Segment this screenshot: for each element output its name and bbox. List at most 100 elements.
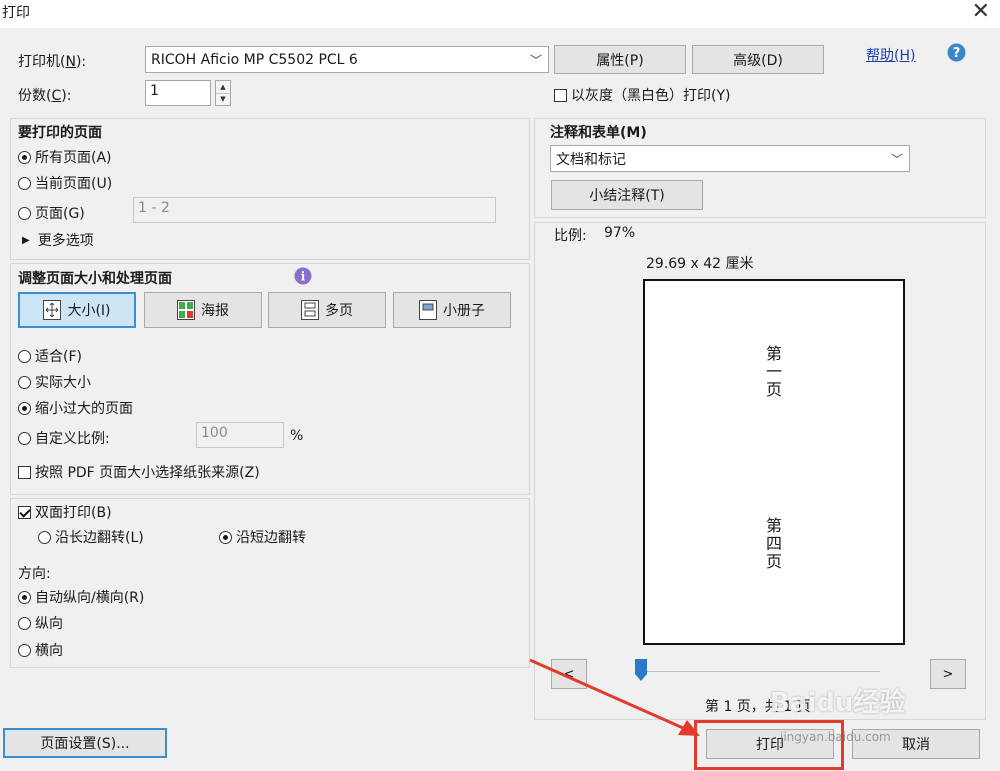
summarize-comments-button[interactable]: 小结注释(T) [551,180,703,210]
printer-select[interactable]: RICOH Aficio MP C5502 PCL 6 ﹀ [145,46,549,73]
landscape-label: 横向 [35,643,63,659]
stepper-down-icon[interactable]: ▼ [216,94,230,106]
duplex-panel [10,498,530,668]
scale-value: 97% [604,225,636,241]
custom-scale-label: 自定义比例: [35,431,110,447]
radio-long-edge[interactable]: 沿长边翻转(L) [38,527,144,547]
scale-label: 比例: [554,228,587,244]
radio-shrink[interactable]: 缩小过大的页面 [18,398,133,418]
radio-portrait[interactable]: 纵向 [18,613,63,633]
svg-text:?: ? [953,46,961,61]
resize-icon [43,300,62,320]
printer-label: 打印机(N): [18,54,87,70]
comments-selected-value: 文档和标记 [556,151,626,168]
poster-icon [177,300,195,320]
radio-short-edge[interactable]: 沿短边翻转 [219,527,306,547]
poster-mode-button[interactable]: 海报 [144,292,262,328]
duplex-checkbox[interactable] [18,505,31,519]
more-options-toggle[interactable]: ▶ 更多选项 [22,230,94,250]
auto-orientation-label: 自动纵向/横向(R) [35,590,145,606]
radio-dot[interactable] [38,530,51,544]
radio-all-pages[interactable]: 所有页面(A) [18,147,112,167]
shrink-label: 缩小过大的页面 [35,401,133,417]
copies-label: 份数(C): [18,88,72,104]
custom-scale-input[interactable]: 100 [196,422,284,448]
info-icon[interactable]: i [294,267,312,285]
more-options-label: 更多选项 [37,233,94,249]
current-page-label: 当前页面(U) [35,176,113,192]
sizing-section-title: 调整页面大小和处理页面 [18,271,172,287]
radio-fit[interactable]: 适合(F) [18,346,82,366]
orientation-title: 方向: [18,566,51,582]
radio-dot[interactable] [18,590,31,604]
stepper-up-icon[interactable]: ▲ [216,81,230,94]
chevron-down-icon: ﹀ [529,53,542,67]
svg-text:i: i [301,270,306,284]
copies-input[interactable]: 1 [145,80,211,106]
radio-dot[interactable] [18,616,31,630]
long-edge-label: 沿长边翻转(L) [55,530,144,546]
watermark-text: Baidu经验 [770,688,906,718]
poster-mode-label: 海报 [201,303,229,319]
radio-dot[interactable] [18,176,31,190]
preview-page [643,279,905,645]
portrait-label: 纵向 [35,616,63,632]
page-bottom-text: 第四页 [763,517,782,571]
help-link[interactable]: 帮助(H) [866,45,915,65]
title-bar [0,0,1000,28]
page-top-text: 第一页 [763,345,782,399]
radio-dot[interactable] [18,431,31,445]
advanced-button[interactable]: 高级(D) [692,45,824,74]
booklet-mode-label: 小册子 [443,303,485,319]
multiple-pages-icon [301,300,319,320]
properties-button[interactable]: 属性(P) [554,45,686,74]
radio-dot[interactable] [18,401,31,415]
annotation-arrow [529,658,700,736]
help-icon[interactable]: ? [947,43,966,62]
triangle-right-icon: ▶ [22,234,30,246]
grayscale-label: 以灰度（黑白色）打印(Y) [571,88,731,104]
radio-dot[interactable] [18,150,31,164]
radio-dot[interactable] [18,375,31,389]
close-icon[interactable]: ✕ [972,0,990,24]
paper-source-label: 按照 PDF 页面大小选择纸张来源(Z) [35,465,260,481]
radio-dot[interactable] [18,643,31,657]
all-pages-label: 所有页面(A) [35,150,112,166]
size-mode-label: 大小(I) [67,303,111,319]
pages-section-title: 要打印的页面 [18,125,102,141]
radio-current-page[interactable]: 当前页面(U) [18,173,112,193]
paper-source-option[interactable]: 按照 PDF 页面大小选择纸张来源(Z) [18,462,260,482]
comments-section-title: 注释和表单(M) [550,125,647,141]
comments-select[interactable]: 文档和标记 ﹀ [550,145,910,172]
short-edge-label: 沿短边翻转 [236,530,306,546]
copies-stepper[interactable]: ▲ ▼ [215,80,231,106]
size-mode-button[interactable]: 大小(I) [18,292,136,328]
booklet-mode-button[interactable]: 小册子 [393,292,511,328]
radio-custom-scale[interactable]: 自定义比例: [18,428,110,448]
radio-dot[interactable] [219,530,232,544]
chevron-down-icon: ﹀ [890,152,903,166]
percent-label: % [290,428,304,444]
paper-source-checkbox[interactable] [18,465,31,479]
fit-label: 适合(F) [35,349,82,365]
grayscale-checkbox[interactable] [554,88,567,102]
page-dimensions: 29.69 x 42 厘米 [646,256,754,272]
duplex-option[interactable]: 双面打印(B) [18,502,112,522]
radio-dot[interactable] [18,206,31,220]
grayscale-option[interactable]: 以灰度（黑白色）打印(Y) [554,85,730,105]
page-setup-button[interactable]: 页面设置(S)... [3,728,167,758]
next-page-button[interactable]: > [930,659,966,689]
printer-selected-value: RICOH Aficio MP C5502 PCL 6 [151,51,358,68]
radio-dot[interactable] [18,349,31,363]
radio-landscape[interactable]: 横向 [18,640,63,660]
multiple-mode-label: 多页 [325,303,353,319]
watermark-url: jingyan.baidu.com [780,730,891,744]
radio-pages-range[interactable]: 页面(G) [18,203,85,223]
radio-actual-size[interactable]: 实际大小 [18,372,91,392]
multiple-mode-button[interactable]: 多页 [268,292,386,328]
radio-auto-orientation[interactable]: 自动纵向/横向(R) [18,587,144,607]
window-title: 打印 [2,5,30,21]
booklet-icon [419,300,437,320]
pages-range-input[interactable]: 1 - 2 [133,197,496,223]
actual-size-label: 实际大小 [35,375,91,391]
